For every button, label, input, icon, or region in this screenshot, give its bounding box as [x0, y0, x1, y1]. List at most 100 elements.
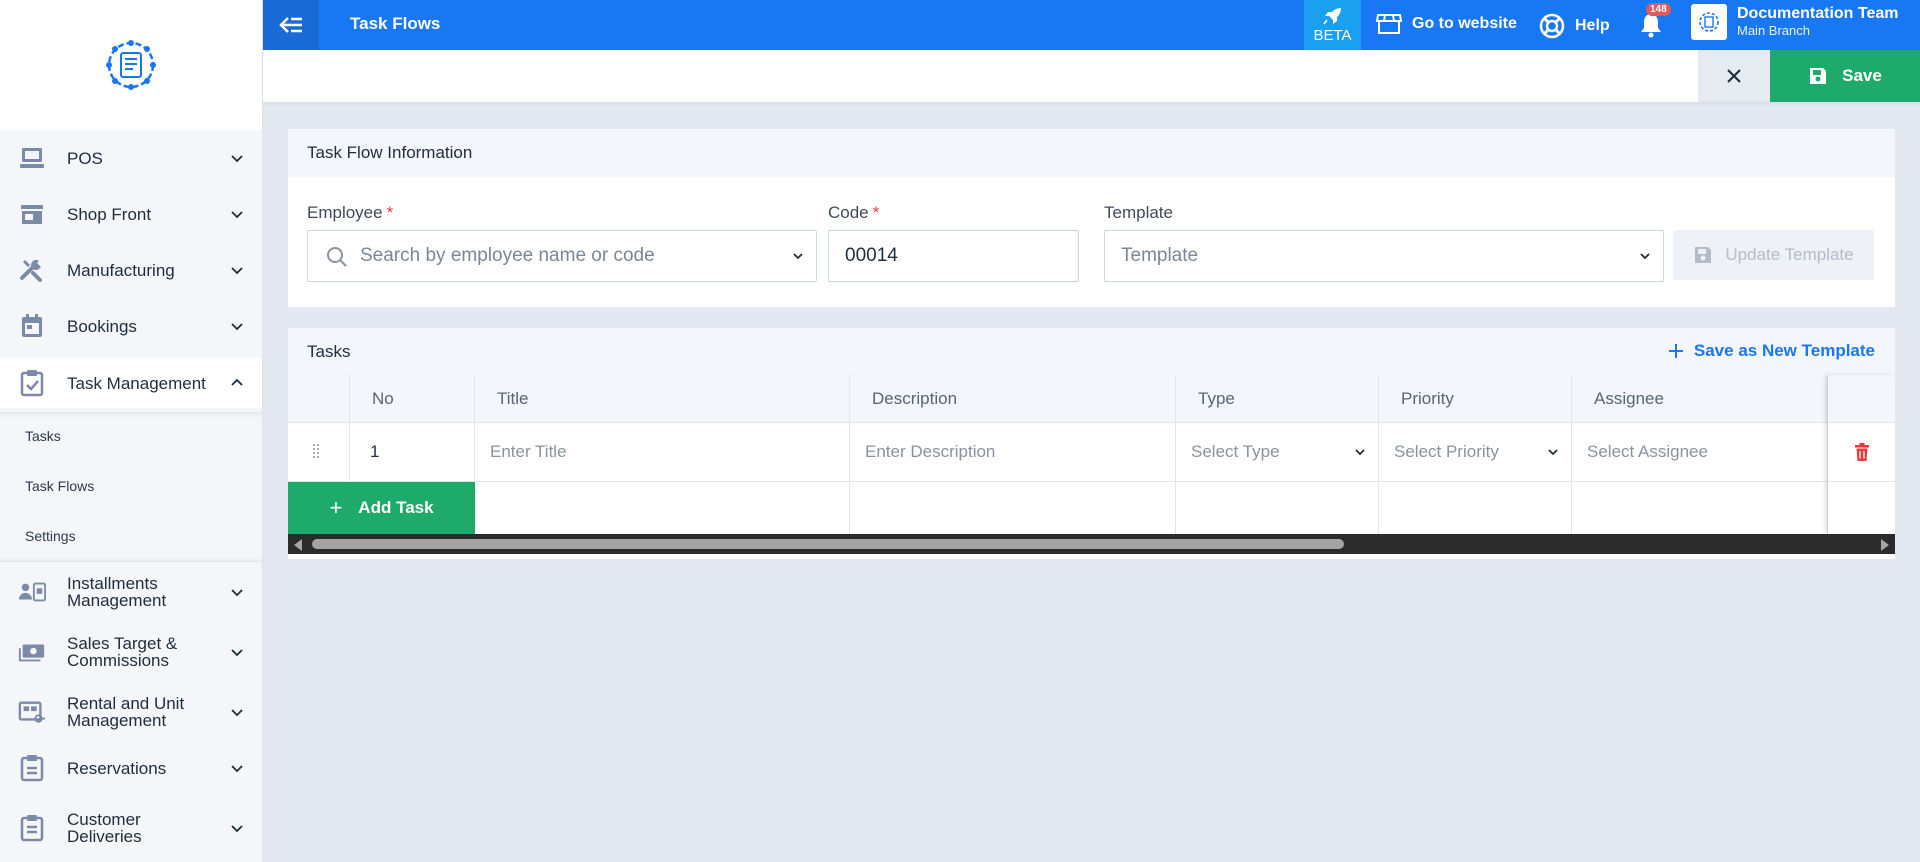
sidebar-item-rental-unit-management[interactable]: Rental and Unit Management	[0, 692, 262, 732]
go-to-website-link[interactable]: Go to website	[1376, 13, 1517, 35]
scrollbar-thumb[interactable]	[312, 539, 1344, 549]
tools-icon	[18, 256, 46, 284]
clipboard-check-icon	[18, 369, 46, 397]
description-input[interactable]: Enter Description	[850, 423, 1176, 482]
sidebar-item-customer-deliveries[interactable]: Customer Deliveries	[0, 808, 262, 848]
required-mark: *	[872, 203, 880, 222]
chevron-down-icon	[1548, 449, 1558, 456]
sidebar-subitem-tasks[interactable]: Tasks	[25, 428, 61, 444]
add-task-button[interactable]: + Add Task	[288, 482, 475, 534]
sidebar: POS Shop Front Manufacturing Bookings Ta…	[0, 0, 263, 862]
clipboard-list-icon	[18, 814, 46, 842]
column-label: Title	[497, 388, 529, 408]
row-number: 1	[350, 423, 475, 482]
table-footer-cell	[1176, 482, 1379, 534]
save-as-new-template-button[interactable]: Save as New Template	[1668, 341, 1875, 361]
assignee-select[interactable]: Select Assignee	[1572, 423, 1828, 482]
panel-header: Task Flow Information	[288, 129, 1895, 177]
table-header-priority: Priority	[1379, 375, 1572, 423]
arrow-left-icon	[279, 17, 302, 33]
chevron-down-icon	[231, 323, 243, 331]
assignee-placeholder: Select Assignee	[1587, 442, 1708, 461]
account-menu[interactable]: Documentation Team Main Branch	[1691, 4, 1899, 40]
topbar: Task Flows BETA Go to website Help 148 D…	[263, 0, 1920, 50]
chevron-up-icon	[231, 378, 243, 386]
delete-row-button[interactable]	[1828, 423, 1895, 482]
sidebar-item-label: POS	[67, 148, 103, 168]
store-icon	[18, 200, 46, 228]
title-input[interactable]: Enter Title	[475, 423, 850, 482]
type-select[interactable]: Select Type	[1176, 423, 1379, 482]
drag-handle[interactable]	[288, 423, 350, 482]
column-label: Priority	[1401, 388, 1454, 408]
horizontal-scrollbar[interactable]	[288, 534, 1895, 554]
table-header-no: No	[350, 375, 475, 423]
sidebar-item-installments-management[interactable]: Installments Management	[0, 572, 262, 612]
priority-select[interactable]: Select Priority	[1379, 423, 1572, 482]
sidebar-item-sales-target[interactable]: Sales Target & Commissions	[0, 632, 262, 672]
chevron-down-icon	[231, 649, 243, 657]
close-button[interactable]	[1698, 50, 1770, 102]
floppy-disk-icon	[1810, 68, 1827, 84]
chevron-down-icon	[231, 825, 243, 833]
sidebar-item-bookings[interactable]: Bookings	[0, 308, 262, 344]
help-link[interactable]: Help	[1539, 13, 1610, 39]
store-icon	[1376, 14, 1402, 34]
back-button[interactable]	[263, 0, 319, 50]
sidebar-item-label: Task Management	[67, 373, 206, 393]
page-title: Task Flows	[350, 14, 441, 33]
chevron-down-icon	[1355, 449, 1365, 456]
sidebar-item-reservations[interactable]: Reservations	[0, 750, 262, 786]
plus-icon	[1668, 344, 1683, 358]
sidebar-item-pos[interactable]: POS	[0, 140, 262, 176]
code-label-text: Code	[828, 203, 869, 222]
update-template-button[interactable]: Update Template	[1673, 230, 1874, 280]
avatar	[1691, 4, 1727, 40]
column-label: Type	[1198, 388, 1235, 408]
search-icon	[327, 247, 347, 267]
save-as-new-template-label: Save as New Template	[1693, 341, 1875, 360]
table-footer-cell	[1572, 482, 1828, 534]
required-mark: *	[386, 203, 394, 222]
panel-title: Tasks	[307, 342, 351, 361]
sidebar-item-shop-front[interactable]: Shop Front	[0, 196, 262, 232]
chevron-down-icon	[231, 765, 243, 773]
code-value: 00014	[845, 245, 898, 266]
sidebar-item-manufacturing[interactable]: Manufacturing	[0, 252, 262, 288]
update-template-label: Update Template	[1725, 245, 1854, 264]
floppy-disk-icon	[1695, 247, 1712, 263]
sidebar-item-label: Rental and Unit Management	[67, 695, 184, 729]
sidebar-subitem-settings[interactable]: Settings	[25, 528, 76, 544]
employee-select[interactable]: Search by employee name or code	[307, 230, 817, 282]
beta-button[interactable]: BETA	[1304, 0, 1361, 50]
account-branch: Main Branch	[1737, 23, 1810, 38]
template-select[interactable]: Template	[1104, 230, 1664, 282]
column-label: No	[372, 388, 394, 408]
sidebar-item-label: Installments Management	[67, 575, 166, 609]
sidebar-item-label: Bookings	[67, 316, 137, 336]
money-icon	[18, 638, 46, 666]
scroll-right-arrow-icon[interactable]	[1881, 539, 1889, 551]
chevron-down-icon	[231, 211, 243, 219]
table-header-handle	[288, 375, 350, 423]
drag-handle-icon	[313, 444, 319, 458]
lifebuoy-icon	[1539, 13, 1565, 39]
sidebar-subitem-task-flows[interactable]: Task Flows	[25, 478, 94, 494]
sidebar-item-task-management[interactable]: Task Management	[0, 358, 262, 408]
org-logo-icon	[1699, 12, 1719, 32]
add-task-label: Add Task	[358, 498, 434, 517]
code-field[interactable]: 00014	[828, 230, 1079, 282]
sidebar-item-label: Shop Front	[67, 204, 152, 224]
template-placeholder: Template	[1121, 245, 1199, 266]
account-name: Documentation Team	[1737, 5, 1899, 22]
table-header-type: Type	[1176, 375, 1379, 423]
sidebar-item-label: Customer Deliveries	[67, 811, 142, 845]
row-number-value: 1	[370, 442, 380, 461]
save-button[interactable]: Save	[1770, 50, 1920, 102]
label-line-2: Management	[67, 591, 167, 610]
description-placeholder: Enter Description	[865, 442, 996, 461]
scroll-left-arrow-icon[interactable]	[294, 539, 302, 551]
table-footer-cell	[850, 482, 1176, 534]
employee-label-text: Employee	[307, 203, 383, 222]
sidebar-item-label: Reservations	[67, 758, 167, 778]
